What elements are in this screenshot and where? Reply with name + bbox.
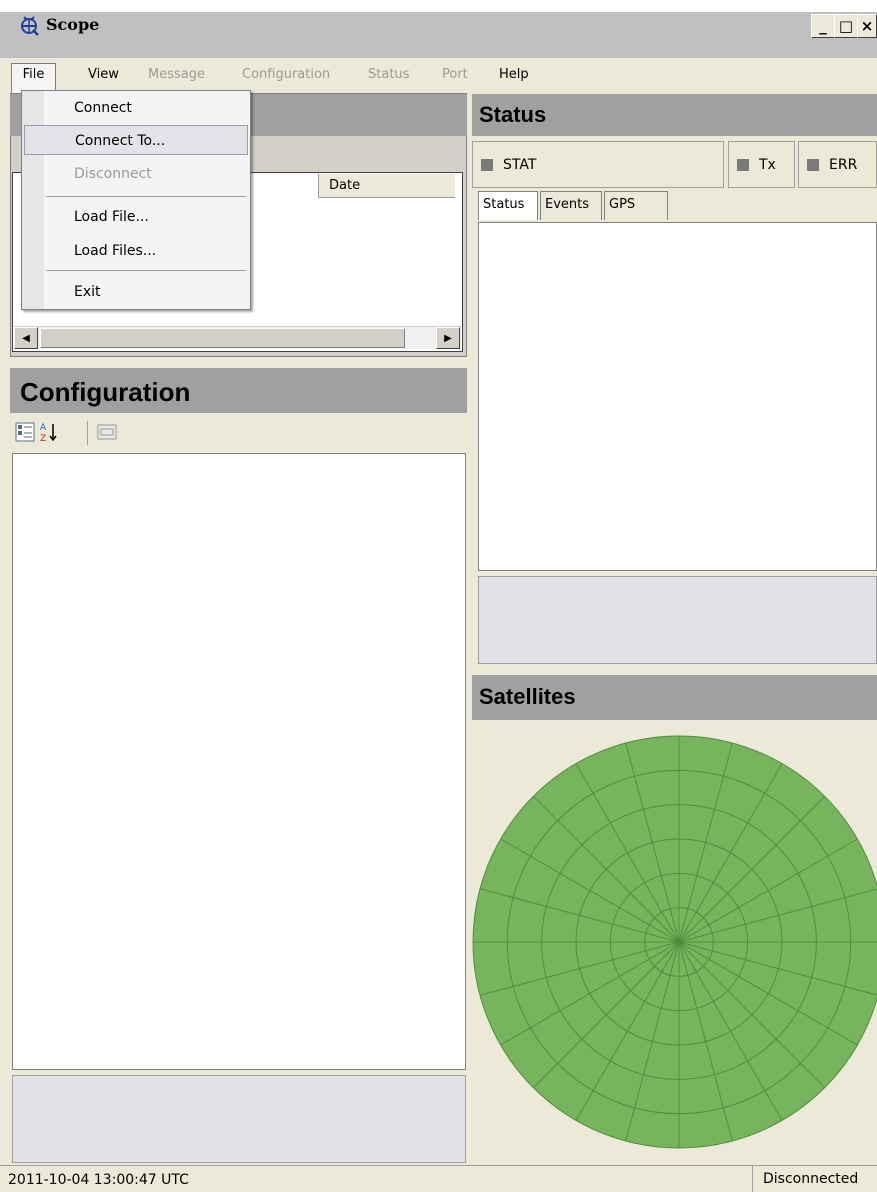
column-header-date[interactable]: Date: [318, 174, 455, 198]
tx-led-icon: [737, 158, 749, 171]
menu-help[interactable]: Help: [499, 66, 529, 84]
svg-text:A: A: [40, 423, 47, 433]
status-bar-timestamp: 2011-10-04 13:00:47 UTC: [8, 1172, 189, 1188]
err-led-icon: [807, 158, 819, 171]
menu-bar: File View Message Configuration Status P…: [0, 58, 877, 94]
tab-gps[interactable]: GPS: [604, 191, 668, 220]
menu-item-disconnect[interactable]: Disconnect: [44, 159, 250, 189]
indicator-tx-label: Tx: [759, 156, 776, 173]
scroll-right-button[interactable]: ▶: [436, 327, 460, 349]
satellite-sky-plot: [472, 735, 877, 1149]
horizontal-scrollbar[interactable]: ◀ ▶: [14, 326, 461, 349]
menu-configuration[interactable]: Configuration: [242, 66, 330, 84]
menu-status[interactable]: Status: [368, 66, 409, 84]
menu-item-exit[interactable]: Exit: [44, 277, 250, 307]
menu-item-connect[interactable]: Connect: [44, 93, 250, 123]
indicator-err: ERR: [798, 141, 877, 188]
scope-app-icon: [18, 14, 40, 36]
connection-status: Disconnected: [752, 1166, 877, 1192]
property-pages-icon[interactable]: [96, 420, 118, 444]
window-title: Scope: [46, 15, 100, 34]
file-menu-gutter: [22, 91, 44, 309]
indicator-tx: Tx: [728, 141, 795, 188]
indicator-stat-label: STAT: [503, 156, 537, 173]
scroll-left-button[interactable]: ◀: [14, 327, 38, 349]
satellites-area: [472, 720, 877, 1165]
menu-separator: [46, 270, 246, 271]
menu-item-load-files[interactable]: Load Files...: [44, 236, 250, 266]
indicator-err-label: ERR: [829, 156, 858, 173]
status-content: [478, 222, 877, 571]
configuration-description-pane: [12, 1075, 466, 1163]
satellites-title: Satellites: [479, 684, 576, 709]
menu-view[interactable]: View: [88, 66, 119, 84]
scroll-thumb[interactable]: [40, 328, 405, 348]
title-bar[interactable]: [0, 0, 877, 58]
indicator-stat: STAT: [472, 141, 724, 188]
alphabetical-sort-icon[interactable]: A Z: [38, 420, 60, 444]
svg-text:Z: Z: [40, 434, 46, 443]
menu-message[interactable]: Message: [148, 66, 205, 84]
status-title: Status: [479, 102, 547, 127]
categorized-icon[interactable]: [14, 420, 36, 444]
status-description-pane: [478, 576, 877, 664]
configuration-property-grid[interactable]: [12, 453, 466, 1070]
tab-events[interactable]: Events: [540, 191, 602, 220]
configuration-title: Configuration: [20, 377, 191, 407]
minimize-button[interactable]: _: [811, 14, 835, 38]
menu-item-load-file[interactable]: Load File...: [44, 202, 250, 232]
menu-item-connect-to[interactable]: Connect To...: [24, 125, 248, 155]
tab-status[interactable]: Status: [478, 191, 538, 220]
stat-led-icon: [481, 158, 493, 171]
toolbar-separator: [87, 421, 88, 445]
menu-separator: [46, 196, 246, 197]
menu-port[interactable]: Port: [442, 66, 468, 84]
configuration-toolbar: [10, 414, 467, 452]
maximize-button[interactable]: □: [834, 14, 858, 38]
close-button[interactable]: ×: [857, 14, 877, 38]
